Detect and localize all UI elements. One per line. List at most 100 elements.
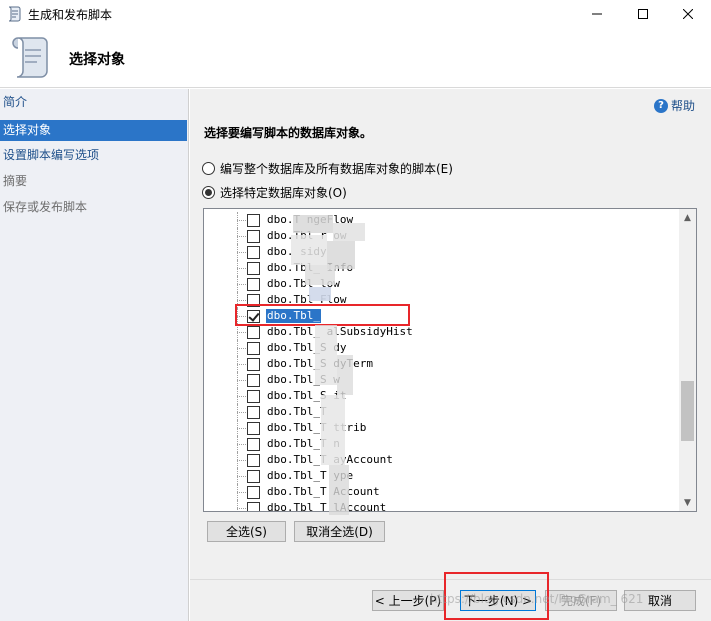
radio-button[interactable]: [202, 162, 215, 175]
tree-item[interactable]: dbo.Tbl_S it: [204, 388, 679, 404]
radio-script-entire-db[interactable]: 编写整个数据库及所有数据库对象的脚本(E): [202, 160, 453, 177]
sidebar-item-save-publish: 保存或发布脚本: [3, 200, 88, 214]
tree-item-checkbox[interactable]: [247, 374, 260, 387]
tree-item-label: dbo.Tbl_T lAccount: [267, 501, 387, 512]
radio-select-specific[interactable]: 选择特定数据库对象(O): [202, 184, 347, 201]
tree-item[interactable]: dbo.Tbl_T ayAccount: [204, 452, 679, 468]
radio-label: 编写整个数据库及所有数据库对象的脚本(E): [220, 162, 453, 176]
tree-item-checkbox[interactable]: [247, 230, 260, 243]
tree-item-checkbox[interactable]: [247, 294, 260, 307]
tree-item[interactable]: dbo.Tbl Flow: [204, 292, 679, 308]
tree-line: [237, 236, 246, 237]
tree-line: [237, 396, 246, 397]
sidebar-item-summary: 摘要: [3, 174, 28, 188]
tree-line: [237, 508, 246, 509]
tree-item[interactable]: dbo.Tbl r ow: [204, 228, 679, 244]
tree-item[interactable]: dbo.Tbl low: [204, 276, 679, 292]
object-tree[interactable]: dbo.T ngeFlow dbo.Tbl r ow dbo. sidy dbo.Tb…: [203, 208, 697, 512]
tree-line: [237, 364, 246, 365]
tree-item-checkbox[interactable]: [247, 390, 260, 403]
tree-scrollbar[interactable]: ▲ ▼: [679, 209, 696, 511]
tree-item[interactable]: dbo.Tbl_: [204, 308, 679, 324]
tree-item-checkbox[interactable]: [247, 278, 260, 291]
tree-item-checkbox[interactable]: [247, 358, 260, 371]
scroll-up-icon[interactable]: ▲: [679, 209, 696, 226]
tree-item[interactable]: dbo.Tbl_S w: [204, 372, 679, 388]
tree-item-label: dbo.Tbl_T: [267, 405, 327, 418]
tree-item-label: dbo.Tbl_T ttrib: [267, 421, 367, 434]
wizard-sidebar: 简介 选择对象 设置脚本编写选项 摘要 保存或发布脚本: [0, 89, 189, 621]
scroll-thumb[interactable]: [681, 381, 694, 441]
tree-item-label: dbo.Tbl r ow: [267, 229, 347, 242]
tree-item[interactable]: dbo.Tbl_ Info: [204, 260, 679, 276]
window-title: 生成和发布脚本: [28, 8, 113, 22]
tree-item[interactable]: dbo.Tbl_T lAccount: [204, 500, 679, 512]
tree-item[interactable]: dbo.Tbl_ alSubsidyHist: [204, 324, 679, 340]
tree-item[interactable]: dbo.Tbl_T ttrib: [204, 420, 679, 436]
help-link[interactable]: ? 帮助: [654, 97, 695, 114]
tree-item-label: dbo.Tbl_ alSubsidyHist: [267, 325, 413, 338]
tree-line: [237, 476, 246, 477]
sidebar-item-script-options[interactable]: 设置脚本编写选项: [0, 145, 187, 166]
tree-item-checkbox[interactable]: [247, 470, 260, 483]
tree-item-checkbox[interactable]: [247, 342, 260, 355]
tree-line: [237, 252, 246, 253]
script-scroll-icon: [12, 37, 48, 78]
scroll-down-icon[interactable]: ▼: [679, 494, 696, 511]
tree-item-label: dbo.Tbl_T Account: [267, 485, 380, 498]
tree-item[interactable]: dbo.T ngeFlow: [204, 212, 679, 228]
sidebar-item-intro[interactable]: 简介: [0, 92, 187, 113]
tree-item-label: dbo.Tbl_ Info: [267, 261, 354, 274]
tree-item-checkbox[interactable]: [247, 214, 260, 227]
tree-item-checkbox[interactable]: [247, 454, 260, 467]
tree-line: [237, 284, 246, 285]
tree-item[interactable]: dbo. sidy: [204, 244, 679, 260]
tree-item-checkbox[interactable]: [247, 486, 260, 499]
close-button[interactable]: [665, 0, 711, 28]
radio-button[interactable]: [202, 186, 215, 199]
tree-item-checkbox[interactable]: [247, 502, 260, 511]
tree-line: [237, 492, 246, 493]
close-icon: [683, 9, 693, 19]
minimize-icon: [592, 13, 602, 15]
tree-item[interactable]: dbo.Tbl_T n: [204, 436, 679, 452]
section-title: 选择要编写脚本的数据库对象。: [204, 126, 373, 140]
maximize-button[interactable]: [620, 0, 666, 28]
tree-line: [237, 220, 246, 221]
tree-item-label: dbo.Tbl low: [267, 277, 340, 290]
tree-item-label: dbo.Tbl_S it: [267, 389, 347, 402]
tree-item[interactable]: dbo.Tbl_T Account: [204, 484, 679, 500]
tree-item-checkbox[interactable]: [247, 326, 260, 339]
minimize-button[interactable]: [574, 0, 620, 28]
tree-item[interactable]: dbo.Tbl_T ype: [204, 468, 679, 484]
radio-label: 选择特定数据库对象(O): [220, 186, 347, 200]
tree-item-label: dbo.Tbl_S w: [267, 373, 340, 386]
tree-line: [237, 332, 246, 333]
tree-item[interactable]: dbo.Tbl_T: [204, 404, 679, 420]
tree-item-checkbox[interactable]: [247, 310, 260, 323]
select-all-button[interactable]: 全选(S): [207, 521, 286, 542]
tree-item-label: dbo.T ngeFlow: [267, 213, 354, 226]
deselect-all-button[interactable]: 取消全选(D): [294, 521, 385, 542]
main-panel: ? 帮助 选择要编写脚本的数据库对象。 编写整个数据库及所有数据库对象的脚本(E…: [190, 89, 711, 579]
tree-item-checkbox[interactable]: [247, 406, 260, 419]
tree-item-checkbox[interactable]: [247, 438, 260, 451]
script-scroll-icon: [8, 6, 21, 22]
tree-item[interactable]: dbo.Tbl_S dy: [204, 340, 679, 356]
tree-line: [237, 316, 246, 317]
title-bar: 生成和发布脚本: [0, 0, 711, 28]
help-icon: ?: [654, 98, 668, 113]
tree-line: [237, 500, 238, 511]
sidebar-item-choose-objects[interactable]: 选择对象: [0, 120, 187, 141]
tree-item[interactable]: dbo.Tbl_S dyTerm: [204, 356, 679, 372]
help-label: 帮助: [671, 99, 696, 113]
watermark-text: https://blog.csdn.net/ProGram_ 621: [430, 592, 644, 606]
tree-item-checkbox[interactable]: [247, 422, 260, 435]
tree-line: [237, 428, 246, 429]
tree-item-label: dbo.Tbl_T n: [267, 437, 340, 450]
tree-item-label: dbo.Tbl_T ype: [267, 469, 354, 482]
tree-line: [237, 348, 246, 349]
tree-line: [237, 380, 246, 381]
tree-item-checkbox[interactable]: [247, 246, 260, 259]
tree-item-checkbox[interactable]: [247, 262, 260, 275]
